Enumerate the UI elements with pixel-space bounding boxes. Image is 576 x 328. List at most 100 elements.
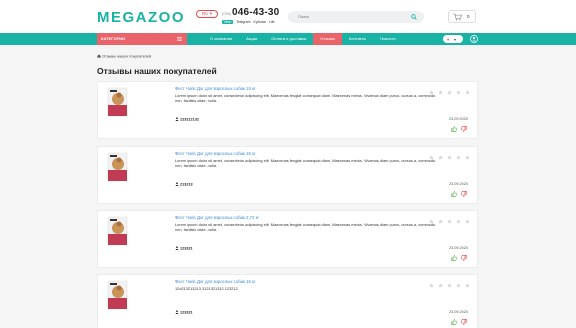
search-input[interactable]	[298, 14, 398, 19]
review-author-name: 123321	[180, 246, 193, 251]
nav-item-contacts[interactable]: Контакты	[342, 33, 373, 45]
cart-icon	[453, 13, 462, 21]
review-text: Lorem ipsum dolor sit amet, consectetur …	[175, 93, 436, 103]
review-card: Фест Чойс Дог для взрослых собак 15 кг 1…	[97, 274, 478, 328]
thumbs-down-icon[interactable]	[461, 319, 467, 325]
star-icon	[456, 283, 461, 288]
review-product-link[interactable]: Фест Чойс Дог для взрослых собак 15 кг	[175, 86, 256, 91]
star-icon	[429, 90, 434, 95]
star-icon	[456, 219, 461, 224]
review-votes	[447, 126, 467, 132]
review-product-link[interactable]: Фест Чойс Дог для взрослых собак 15 кг	[175, 151, 256, 156]
catalog-button[interactable]: Категории	[97, 33, 187, 45]
rating-stars	[429, 219, 474, 224]
user-icon[interactable]	[470, 35, 478, 43]
user-icon	[175, 182, 179, 186]
cart-count: 0	[467, 14, 470, 19]
breadcrumb-current: Отзывы наших покупателей	[102, 54, 152, 59]
review-date: 23.09.2020	[448, 246, 468, 250]
star-icon	[429, 283, 434, 288]
review-votes	[447, 255, 467, 261]
star-icon	[456, 90, 461, 95]
logo[interactable]: MEGAZOO	[97, 9, 185, 26]
review-author: 123212132	[175, 117, 199, 122]
review-author-name: 123212132	[180, 117, 200, 122]
thumbs-up-icon[interactable]	[451, 319, 457, 325]
nav-item-payment-delivery[interactable]: Оплата и доставка	[264, 33, 313, 45]
thumbs-down-icon[interactable]	[461, 191, 467, 197]
product-image[interactable]	[107, 216, 128, 246]
star-icon	[438, 155, 443, 160]
search-box	[288, 11, 424, 23]
header: MEGAZOO RU ▾ (056) 046-43-30 Viber Telegr…	[0, 0, 576, 33]
nav-item-news[interactable]: Новости	[373, 33, 402, 45]
breadcrumb: Отзывы наших покупателей	[97, 54, 151, 59]
user-icon	[175, 310, 179, 314]
wishlist-toggle[interactable]: ♥ ▾	[443, 35, 463, 43]
star-icon	[465, 283, 470, 288]
product-image[interactable]	[107, 280, 128, 310]
product-image[interactable]	[107, 152, 128, 182]
rating-stars	[429, 283, 474, 288]
star-icon	[438, 219, 443, 224]
city-code: (056)	[222, 11, 232, 16]
star-icon	[456, 155, 461, 160]
star-icon	[438, 90, 443, 95]
catalog-label: Категории	[101, 36, 125, 41]
star-icon	[429, 155, 434, 160]
messenger-kyivstar[interactable]: Kyivstar	[254, 20, 266, 24]
search-icon[interactable]	[411, 14, 417, 20]
thumbs-down-icon[interactable]	[461, 126, 467, 132]
star-icon	[465, 90, 470, 95]
nav-item-about[interactable]: О компании	[203, 33, 239, 45]
thumbs-down-icon[interactable]	[461, 255, 467, 261]
review-text: 12d213213213 3121321312 123212	[175, 286, 238, 291]
nav-item-promotions[interactable]: Акции	[239, 33, 264, 45]
review-date: 23.09.2020	[448, 182, 468, 186]
thumbs-up-icon[interactable]	[451, 255, 457, 261]
review-product-link[interactable]: Фест Чойс Дог для взрослых собак 15 кг	[175, 279, 256, 284]
user-icon	[175, 117, 179, 121]
review-author-name: 213213	[180, 182, 193, 187]
review-author: 213213	[175, 182, 193, 187]
nav-items: О компании Акции Оплата и доставка Отзыв…	[203, 33, 403, 45]
star-icon	[447, 219, 452, 224]
home-icon[interactable]	[97, 54, 101, 58]
review-card: Фест Чойс Дог для взрослых собак 15 кг L…	[97, 81, 478, 139]
review-author-name: 123321	[180, 310, 193, 315]
nav-item-reviews[interactable]: Отзывы	[313, 33, 342, 45]
rating-stars	[429, 90, 474, 95]
phone-number[interactable]: 046-43-30	[232, 7, 279, 18]
thumbs-up-icon[interactable]	[451, 126, 457, 132]
heart-icon: ♥	[447, 36, 450, 42]
messenger-telegram[interactable]: Telegram	[236, 20, 250, 24]
messenger-life[interactable]: Life	[269, 20, 275, 24]
cart-button[interactable]: 0	[448, 10, 476, 23]
review-text: Lorem ipsum dolor sit amet, consectetur …	[175, 222, 436, 232]
review-text: Lorem ipsum dolor sit amet, consectetur …	[175, 158, 436, 168]
review-date: 23.09.2020	[448, 117, 468, 121]
rating-stars	[429, 155, 474, 160]
star-icon	[447, 90, 452, 95]
user-icon	[175, 246, 179, 250]
messenger-viber[interactable]: Viber	[222, 20, 234, 24]
review-card: Фест Чойс Дог для взрослых собак 15 кг L…	[97, 146, 478, 204]
star-icon	[438, 283, 443, 288]
review-product-link[interactable]: Фест Чойс Дог для взрослых собак 2,72 кг	[175, 215, 259, 220]
product-image[interactable]	[107, 87, 128, 117]
language-selector[interactable]: RU ▾	[196, 10, 218, 18]
menu-icon	[177, 37, 182, 41]
star-icon	[465, 155, 470, 160]
review-votes	[447, 319, 467, 325]
review-author: 123321	[175, 246, 193, 251]
thumbs-up-icon[interactable]	[451, 191, 457, 197]
star-icon	[447, 155, 452, 160]
review-author: 123321	[175, 310, 193, 315]
review-votes	[447, 191, 467, 197]
messenger-links: Viber Telegram Kyivstar Life	[222, 20, 278, 24]
star-icon	[465, 219, 470, 224]
page: MEGAZOO RU ▾ (056) 046-43-30 Viber Telegr…	[0, 0, 576, 328]
review-card: Фест Чойс Дог для взрослых собак 2,72 кг…	[97, 210, 478, 268]
review-date: 23.09.2020	[448, 310, 468, 314]
chevron-down-icon: ▾	[454, 36, 457, 42]
